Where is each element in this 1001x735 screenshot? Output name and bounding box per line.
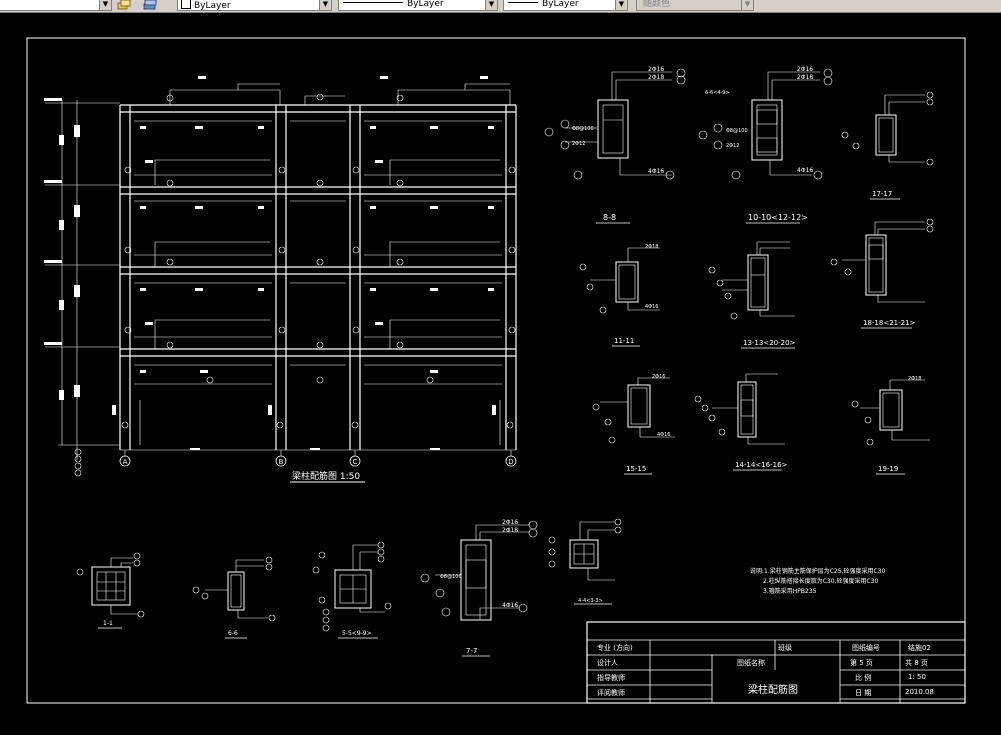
linetype-preview — [343, 2, 403, 3]
svg-text:4Φ16: 4Φ16 — [645, 304, 658, 310]
svg-text:4Φ16: 4Φ16 — [797, 167, 813, 174]
section-15-15: 2Φ16 4Φ16 15-15 — [592, 374, 675, 475]
chevron-down-icon[interactable]: ▼ — [99, 0, 111, 10]
elevation-tags — [112, 76, 496, 450]
svg-text:2Φ16: 2Φ16 — [797, 66, 813, 73]
elevation-drawing: A B C D 梁柱配筋图 1:50 — [44, 76, 517, 483]
section-label: 11-11 — [614, 337, 634, 345]
note-line-2: 2.柱纵筋搭接长度取为C30,砼强度采用C30 — [763, 577, 878, 585]
drawing-frame — [26, 37, 966, 704]
svg-text:2Φ12: 2Φ12 — [572, 141, 585, 147]
svg-text:4Φ16: 4Φ16 — [502, 602, 518, 609]
properties-toolbar: ▼ ByLayer ▼ ByLayer ▼ ByLayer ▼ 随颜色 ▼ — [0, 0, 1001, 13]
chevron-down-icon: ▼ — [741, 0, 753, 10]
section-label: 6-6 — [228, 630, 238, 637]
svg-text:2Φ18: 2Φ18 — [797, 74, 813, 81]
svg-text:2Φ16: 2Φ16 — [502, 519, 518, 526]
date-value: 2010.08 — [905, 688, 934, 696]
section-label: 10-10<12-12> — [748, 213, 808, 222]
notes: 说明:1.梁柱钢筋主筋保护层为C25,砼强度采用C30 2.柱纵筋搭接长度取为C… — [750, 567, 885, 595]
section-7-7: 2Φ16 2Φ18 Φ8@100 4Φ16 7-7 — [420, 519, 538, 657]
scale-value: 1: 50 — [908, 673, 926, 681]
section-label: 8-8 — [603, 213, 616, 222]
axis-label-a: A — [123, 458, 128, 466]
chevron-down-icon[interactable]: ▼ — [615, 0, 627, 10]
drawing-name-value: 梁柱配筋图 — [748, 685, 798, 696]
color-combo[interactable]: ByLayer ▼ — [177, 0, 332, 11]
layer-previous-icon[interactable] — [143, 0, 157, 11]
svg-text:2Φ18: 2Φ18 — [502, 527, 518, 534]
section-1-1: 1-1 — [76, 552, 145, 629]
note-line-1: 说明:1.梁柱钢筋主筋保护层为C25,砼强度采用C30 — [750, 567, 885, 575]
section-4-4: 4-4<3-3> — [548, 518, 622, 605]
section-label: 19-19 — [878, 465, 898, 473]
section-17-17: 17-17 — [841, 91, 934, 200]
section-label: 5-5<9-9> — [342, 630, 372, 637]
chevron-down-icon[interactable]: ▼ — [319, 0, 331, 10]
bottom-sections: 1-1 6-6 5-5<9-9> 2Φ16 2Φ18 Φ8@100 4Φ16 7… — [76, 518, 622, 657]
major-label: 专业 (方向) — [597, 644, 633, 652]
svg-text:2Φ18: 2Φ18 — [645, 244, 658, 250]
drawing-no-label: 图纸编号 — [852, 644, 880, 652]
lineweight-preview — [508, 2, 538, 3]
make-object-layer-current-icon[interactable] — [117, 0, 131, 11]
reviewer-label: 评阅教师 — [597, 689, 625, 697]
chevron-down-icon[interactable]: ▼ — [485, 0, 497, 10]
svg-text:Φ8@100: Φ8@100 — [726, 128, 748, 134]
section-label: 18-18<21-21> — [863, 319, 916, 327]
section-label: 14-14<16-16> — [735, 461, 788, 469]
section-label: 13-13<20-20> — [743, 339, 796, 347]
section-label: 15-15 — [626, 465, 646, 473]
drawing-svg[interactable]: A B C D 梁柱配筋图 1:50 2Φ16 2Φ18 Φ8@100 2Φ12 — [0, 13, 1001, 735]
designer-label: 设计人 — [597, 659, 618, 667]
drawing-name-label: 图纸名称 — [737, 659, 765, 667]
section-19-19: 2Φ18 19-19 — [851, 376, 930, 475]
section-label: 7-7 — [466, 647, 477, 655]
svg-text:6-6<4-9>: 6-6<4-9> — [705, 90, 730, 96]
date-label: 日 期 — [855, 689, 872, 697]
section-10-10: 2Φ16 2Φ18 Φ8@100 2Φ12 4Φ16 6-6<4-9> 10-1… — [698, 66, 833, 224]
svg-text:4Φ16: 4Φ16 — [657, 432, 670, 438]
layer-combo[interactable]: ▼ — [0, 0, 112, 11]
axis-label-d: D — [508, 458, 513, 466]
svg-text:Φ8@100: Φ8@100 — [440, 574, 462, 580]
svg-text:2Φ16: 2Φ16 — [652, 374, 665, 380]
linetype-combo[interactable]: ByLayer ▼ — [338, 0, 498, 11]
svg-text:2Φ18: 2Φ18 — [908, 376, 921, 382]
svg-text:Φ8@100: Φ8@100 — [572, 126, 594, 132]
axis-label-b: B — [279, 458, 284, 466]
sheet-number: 第 5 页 — [850, 659, 873, 667]
elevation-title: 梁柱配筋图 1:50 — [292, 470, 360, 482]
section-14-14: 14-14<16-16> — [694, 373, 788, 471]
lineweight-combo[interactable]: ByLayer ▼ — [503, 0, 628, 11]
grade-label: 班级 — [778, 644, 792, 652]
section-6-6: 6-6 — [192, 556, 276, 639]
drawing-no-value: 结施02 — [908, 644, 931, 652]
axis-bubbles: A B C D — [119, 455, 517, 467]
section-18-18: 18-18<21-21> — [830, 218, 934, 329]
svg-text:2Φ18: 2Φ18 — [648, 74, 664, 81]
section-label: 1-1 — [103, 620, 113, 627]
scale-label: 比 例 — [855, 674, 872, 682]
drawing-canvas[interactable]: A B C D 梁柱配筋图 1:50 2Φ16 2Φ18 Φ8@100 2Φ12 — [0, 13, 1001, 735]
note-line-3: 3.箍筋采用HPB235 — [763, 587, 817, 595]
section-11-11: 2Φ18 4Φ16 11-11 — [579, 244, 660, 347]
section-13-13: 13-13<20-20> — [708, 241, 796, 349]
section-details: 2Φ16 2Φ18 Φ8@100 2Φ12 4Φ16 8-8 2Φ16 2Φ18… — [544, 66, 934, 475]
svg-text:2Φ12: 2Φ12 — [726, 143, 739, 149]
axis-label-c: C — [353, 458, 358, 466]
section-label: 17-17 — [872, 190, 892, 198]
color-swatch — [181, 0, 191, 9]
advisor-label: 指导教师 — [597, 674, 625, 682]
section-8-8: 2Φ16 2Φ18 Φ8@100 2Φ12 4Φ16 8-8 — [544, 66, 686, 224]
grid-bubbles-left — [74, 448, 82, 477]
svg-text:4Φ16: 4Φ16 — [648, 168, 664, 175]
section-label: 4-4<3-3> — [578, 598, 603, 604]
svg-text:2Φ16: 2Φ16 — [648, 66, 664, 73]
plotstyle-combo: 随颜色 ▼ — [636, 0, 754, 11]
sheet-total: 共 8 页 — [905, 659, 928, 667]
section-5-5: 5-5<9-9> — [312, 541, 392, 639]
